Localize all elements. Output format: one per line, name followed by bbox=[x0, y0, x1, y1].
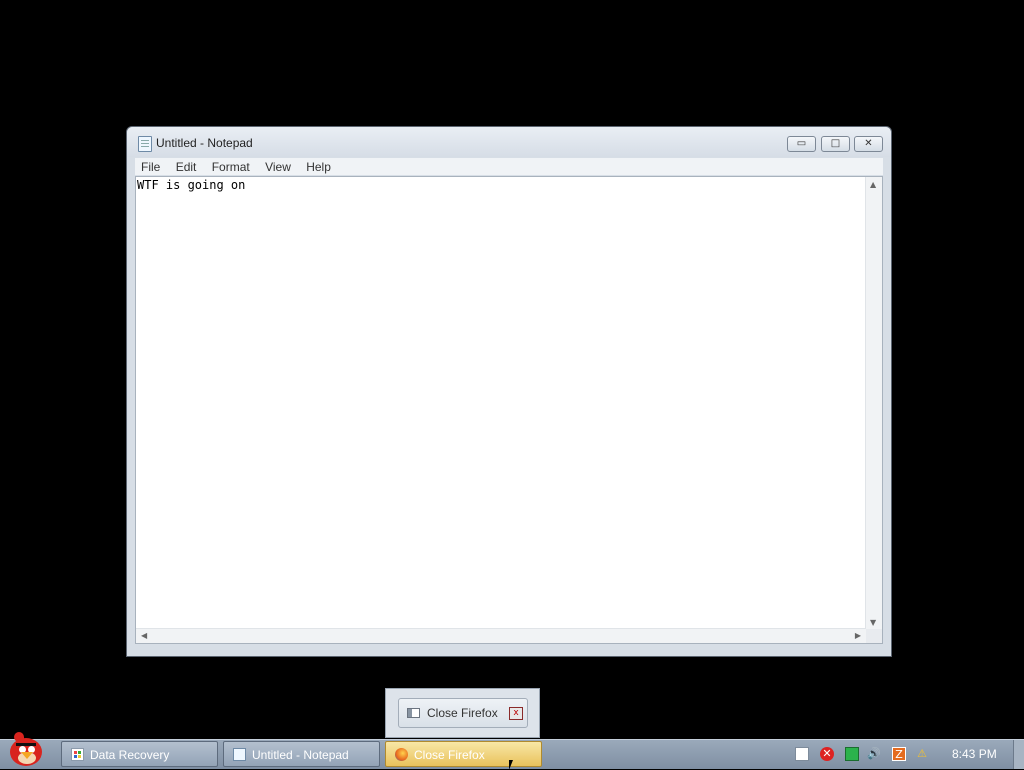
scroll-right-icon[interactable]: ▶ bbox=[855, 631, 861, 640]
firefox-icon bbox=[395, 748, 408, 761]
resize-grip[interactable] bbox=[866, 629, 882, 643]
thumbnail-label: Close Firefox bbox=[427, 706, 498, 720]
scroll-left-icon[interactable]: ◀ bbox=[141, 631, 147, 640]
warning-icon[interactable]: ⚠ bbox=[915, 747, 929, 761]
menu-edit[interactable]: Edit bbox=[170, 158, 203, 175]
window-icon bbox=[407, 708, 420, 718]
error-icon[interactable]: ✕ bbox=[820, 747, 834, 761]
menu-view[interactable]: View bbox=[259, 158, 297, 175]
close-button[interactable]: ✕ bbox=[854, 136, 883, 152]
taskbar-thumbnail-popup: Close Firefox x bbox=[385, 688, 540, 738]
editor-text[interactable]: WTF is going on bbox=[137, 178, 245, 192]
minimize-button[interactable]: ▭ bbox=[787, 136, 816, 152]
menu-bar: File Edit Format View Help bbox=[135, 158, 883, 175]
notepad-icon bbox=[233, 748, 246, 761]
maximize-button[interactable]: □ bbox=[821, 136, 850, 152]
taskbar-item-notepad[interactable]: Untitled - Notepad bbox=[223, 741, 380, 767]
show-desktop-button[interactable] bbox=[1013, 740, 1024, 769]
system-clock[interactable]: 8:43 PM bbox=[952, 747, 997, 761]
vertical-scrollbar[interactable]: ▲ ▼ bbox=[865, 177, 882, 629]
bird-brow-icon bbox=[16, 743, 36, 746]
windows-flag-icon[interactable] bbox=[795, 747, 809, 761]
network-icon[interactable] bbox=[845, 747, 859, 761]
taskbar-item-label: Data Recovery bbox=[90, 748, 170, 762]
scroll-down-icon[interactable]: ▼ bbox=[870, 618, 876, 627]
start-button[interactable] bbox=[4, 732, 48, 769]
window-title: Untitled - Notepad bbox=[156, 136, 253, 150]
mouse-cursor-icon bbox=[509, 760, 513, 770]
thumbnail-item[interactable]: Close Firefox x bbox=[398, 698, 528, 728]
taskbar-item-label: Untitled - Notepad bbox=[252, 748, 349, 762]
title-bar[interactable]: Untitled - Notepad ▭ □ ✕ bbox=[127, 127, 891, 157]
bird-beak-icon bbox=[21, 752, 33, 759]
windows-icon bbox=[71, 748, 84, 761]
scroll-up-icon[interactable]: ▲ bbox=[870, 180, 876, 189]
notepad-icon bbox=[138, 136, 152, 152]
app-icon[interactable]: Z bbox=[892, 747, 906, 761]
volume-icon[interactable]: 🔊 bbox=[867, 747, 881, 761]
menu-help[interactable]: Help bbox=[300, 158, 337, 175]
horizontal-scrollbar[interactable]: ◀ ▶ bbox=[136, 628, 866, 643]
taskbar-item-close-firefox[interactable]: Close Firefox bbox=[385, 741, 542, 767]
menu-format[interactable]: Format bbox=[206, 158, 256, 175]
taskbar-item-data-recovery[interactable]: Data Recovery bbox=[61, 741, 218, 767]
menu-file[interactable]: File bbox=[135, 158, 166, 175]
thumbnail-close-button[interactable]: x bbox=[509, 707, 523, 720]
taskbar-item-label: Close Firefox bbox=[414, 748, 485, 762]
notepad-window[interactable]: Untitled - Notepad ▭ □ ✕ File Edit Forma… bbox=[126, 126, 892, 657]
text-editor[interactable]: WTF is going on ▲ ▼ ◀ ▶ bbox=[135, 176, 883, 644]
